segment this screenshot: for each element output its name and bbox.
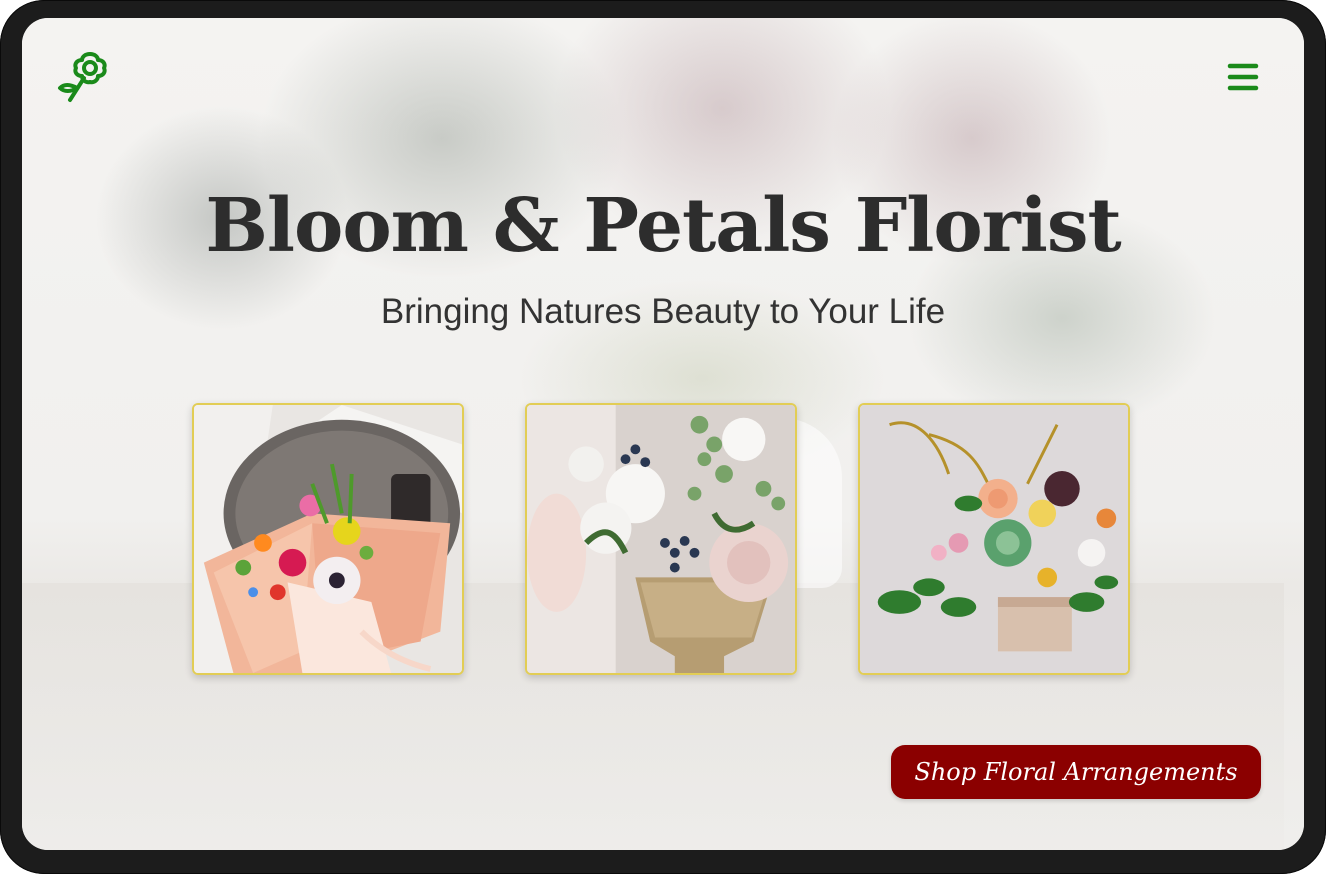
centerpiece-photo[interactable] — [525, 403, 797, 675]
screen: Bloom & Petals Florist Bringing Natures … — [22, 18, 1304, 850]
bouquet-photo[interactable] — [192, 403, 464, 675]
shop-floral-arrangements-button[interactable]: Shop Floral Arrangements — [891, 745, 1261, 799]
wooden-box-arrangement-photo[interactable] — [858, 403, 1130, 675]
hamburger-menu-icon[interactable] — [1226, 60, 1260, 94]
page-title: Bloom & Petals Florist — [205, 183, 1121, 269]
page-subtitle: Bringing Natures Beauty to Your Life — [380, 292, 946, 331]
flower-logo-icon[interactable] — [56, 48, 112, 106]
device-frame: Bloom & Petals Florist Bringing Natures … — [0, 0, 1326, 874]
